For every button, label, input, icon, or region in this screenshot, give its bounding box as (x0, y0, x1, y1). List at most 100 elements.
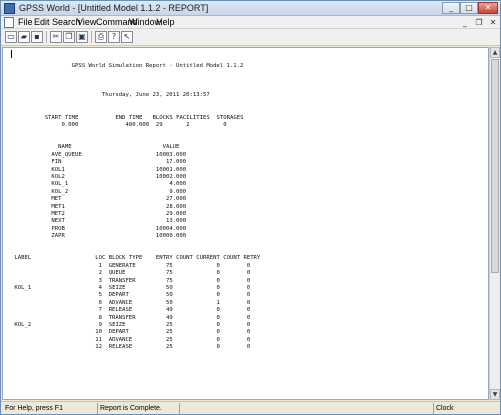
names-header: NAME (58, 144, 72, 151)
blocks-header: CURRENT COUNT (196, 255, 241, 262)
title-bar[interactable]: GPSS World - [Untitled Model 1.1.2 - REP… (1, 1, 500, 16)
cut-button[interactable]: ✂ (50, 31, 62, 43)
block-loc-cell: 11 (95, 336, 102, 343)
close-button[interactable]: ✕ (478, 2, 498, 14)
summary-value: 29 (155, 122, 163, 129)
block-entry-cell: 75 (165, 262, 173, 269)
block-loc-cell: 2 (98, 270, 102, 277)
scroll-down-arrow-icon[interactable]: ▼ (490, 389, 500, 400)
save-button[interactable]: ▪ (31, 31, 43, 43)
summary-label: FACILITIES (176, 114, 210, 121)
context-help-button[interactable]: ↖ (121, 31, 133, 43)
minimize-button[interactable]: _ (442, 2, 460, 14)
block-type-cell: QUEUE (108, 270, 126, 277)
menu-view[interactable]: View (77, 16, 96, 29)
block-loc-cell: 4 (98, 285, 102, 291)
block-retry-cell: 0 (246, 322, 251, 329)
block-loc-cell: 7 (98, 307, 102, 314)
block-loc-cell: 10 (95, 329, 102, 336)
block-entry-cell: 50 (165, 299, 173, 306)
block-retry-cell: 0 (246, 277, 251, 284)
standard-toolbar: ▭ ▰ ▪ ✂ ❐ ▣ ⎙ ? ↖ (1, 29, 500, 46)
summary-value: 0 (223, 122, 227, 129)
status-clock: Clock (433, 403, 499, 414)
block-type-cell: ADVANCE (108, 336, 133, 343)
vertical-scrollbar[interactable]: ▲ ▼ (489, 47, 500, 400)
summary-label: START TIME (44, 114, 79, 121)
blocks-header: BLOCK TYPE (108, 255, 143, 262)
summary-value: 480.000 (125, 122, 150, 129)
block-type-cell: ADVANCE (108, 299, 133, 306)
block-entry-cell: 25 (165, 336, 173, 343)
copy-button[interactable]: ❐ (63, 31, 75, 43)
mdi-close-button[interactable]: ✕ (487, 17, 499, 28)
block-current-cell: 1 (216, 299, 220, 306)
block-loc-cell: 1 (98, 262, 102, 269)
block-retry-cell: 0 (246, 270, 251, 277)
block-current-cell: 0 (216, 307, 220, 314)
block-current-cell: 0 (216, 292, 220, 299)
report-text-area[interactable]: GPSS World Simulation Report - Untitled … (2, 47, 489, 400)
block-loc-cell: 6 (98, 299, 102, 306)
name-cell: KOL_2 (51, 188, 69, 195)
block-retry-cell: 0 (246, 314, 251, 321)
blocks-header: LOC (95, 255, 106, 262)
name-cell: KOL2 (51, 173, 65, 180)
paste-button[interactable]: ▣ (76, 31, 88, 43)
block-type-cell: DEPART (108, 329, 129, 336)
report-document-icon[interactable] (4, 17, 14, 28)
block-retry-cell: 0 (246, 329, 251, 336)
status-help-text: For Help, press F1 (5, 405, 63, 412)
value-cell: 10002.000 (155, 173, 187, 180)
block-entry-cell: 49 (165, 314, 173, 321)
mdi-restore-button[interactable]: ❐ (473, 17, 485, 28)
help-button[interactable]: ? (108, 31, 120, 43)
summary-label: STORAGES (216, 114, 244, 121)
value-cell: 9.000 (169, 188, 187, 195)
scrollbar-thumb[interactable] (491, 59, 499, 273)
value-cell: 10001.000 (155, 166, 187, 173)
block-current-cell: 0 (216, 285, 220, 291)
summary-value: 2 (186, 122, 190, 129)
mdi-minimize-button[interactable]: _ (459, 17, 471, 28)
block-retry-cell: 0 (246, 262, 251, 269)
block-entry-cell: 75 (165, 270, 173, 277)
menu-file[interactable]: File (18, 16, 33, 29)
block-loc-cell: 3 (98, 277, 102, 284)
report-header: GPSS World Simulation Report - Untitled … (71, 62, 244, 69)
menu-edit[interactable]: Edit (34, 16, 50, 29)
maximize-button[interactable]: □ (460, 2, 478, 14)
block-retry-cell: 0 (246, 307, 251, 314)
menu-help[interactable]: Help (156, 16, 175, 29)
block-type-cell: RELEASE (108, 307, 133, 314)
value-cell: 10003.000 (155, 151, 187, 158)
status-report-state: Report is Complete. (97, 403, 179, 414)
block-loc-cell: 9 (98, 322, 102, 329)
scroll-up-arrow-icon[interactable]: ▲ (490, 47, 500, 58)
block-type-cell: TRANSFER (108, 314, 136, 321)
value-cell: 29.000 (165, 210, 187, 217)
value-cell: 13.000 (165, 218, 187, 225)
print-button[interactable]: ⎙ (95, 31, 107, 43)
block-retry-cell: 0 (246, 299, 251, 306)
name-cell: NEXT (51, 218, 65, 225)
block-type-cell: SEIZE (108, 322, 126, 329)
block-retry-cell: 0 (246, 344, 251, 351)
new-file-button[interactable]: ▭ (5, 31, 17, 43)
gpss-world-window: GPSS World - [Untitled Model 1.1.2 - REP… (0, 0, 501, 415)
open-file-button[interactable]: ▰ (18, 31, 30, 43)
block-type-cell: DEPART (108, 292, 129, 299)
gpss-app-icon[interactable] (4, 3, 15, 14)
name-cell: PROB (51, 225, 65, 232)
block-entry-cell: 25 (165, 344, 173, 351)
block-retry-cell: 0 (246, 285, 251, 291)
block-retry-cell: 0 (246, 292, 251, 299)
block-entry-cell: 75 (165, 277, 173, 284)
block-current-cell: 0 (216, 262, 220, 269)
report-timestamp: Thursday, June 23, 2011 20:13:57 (101, 92, 210, 99)
block-type-cell: TRANSFER (108, 277, 136, 284)
block-entry-cell: 50 (165, 285, 173, 291)
block-loc-cell: 8 (98, 314, 102, 321)
block-current-cell: 0 (216, 270, 220, 277)
report-content: GPSS World Simulation Report - Untitled … (11, 48, 260, 352)
